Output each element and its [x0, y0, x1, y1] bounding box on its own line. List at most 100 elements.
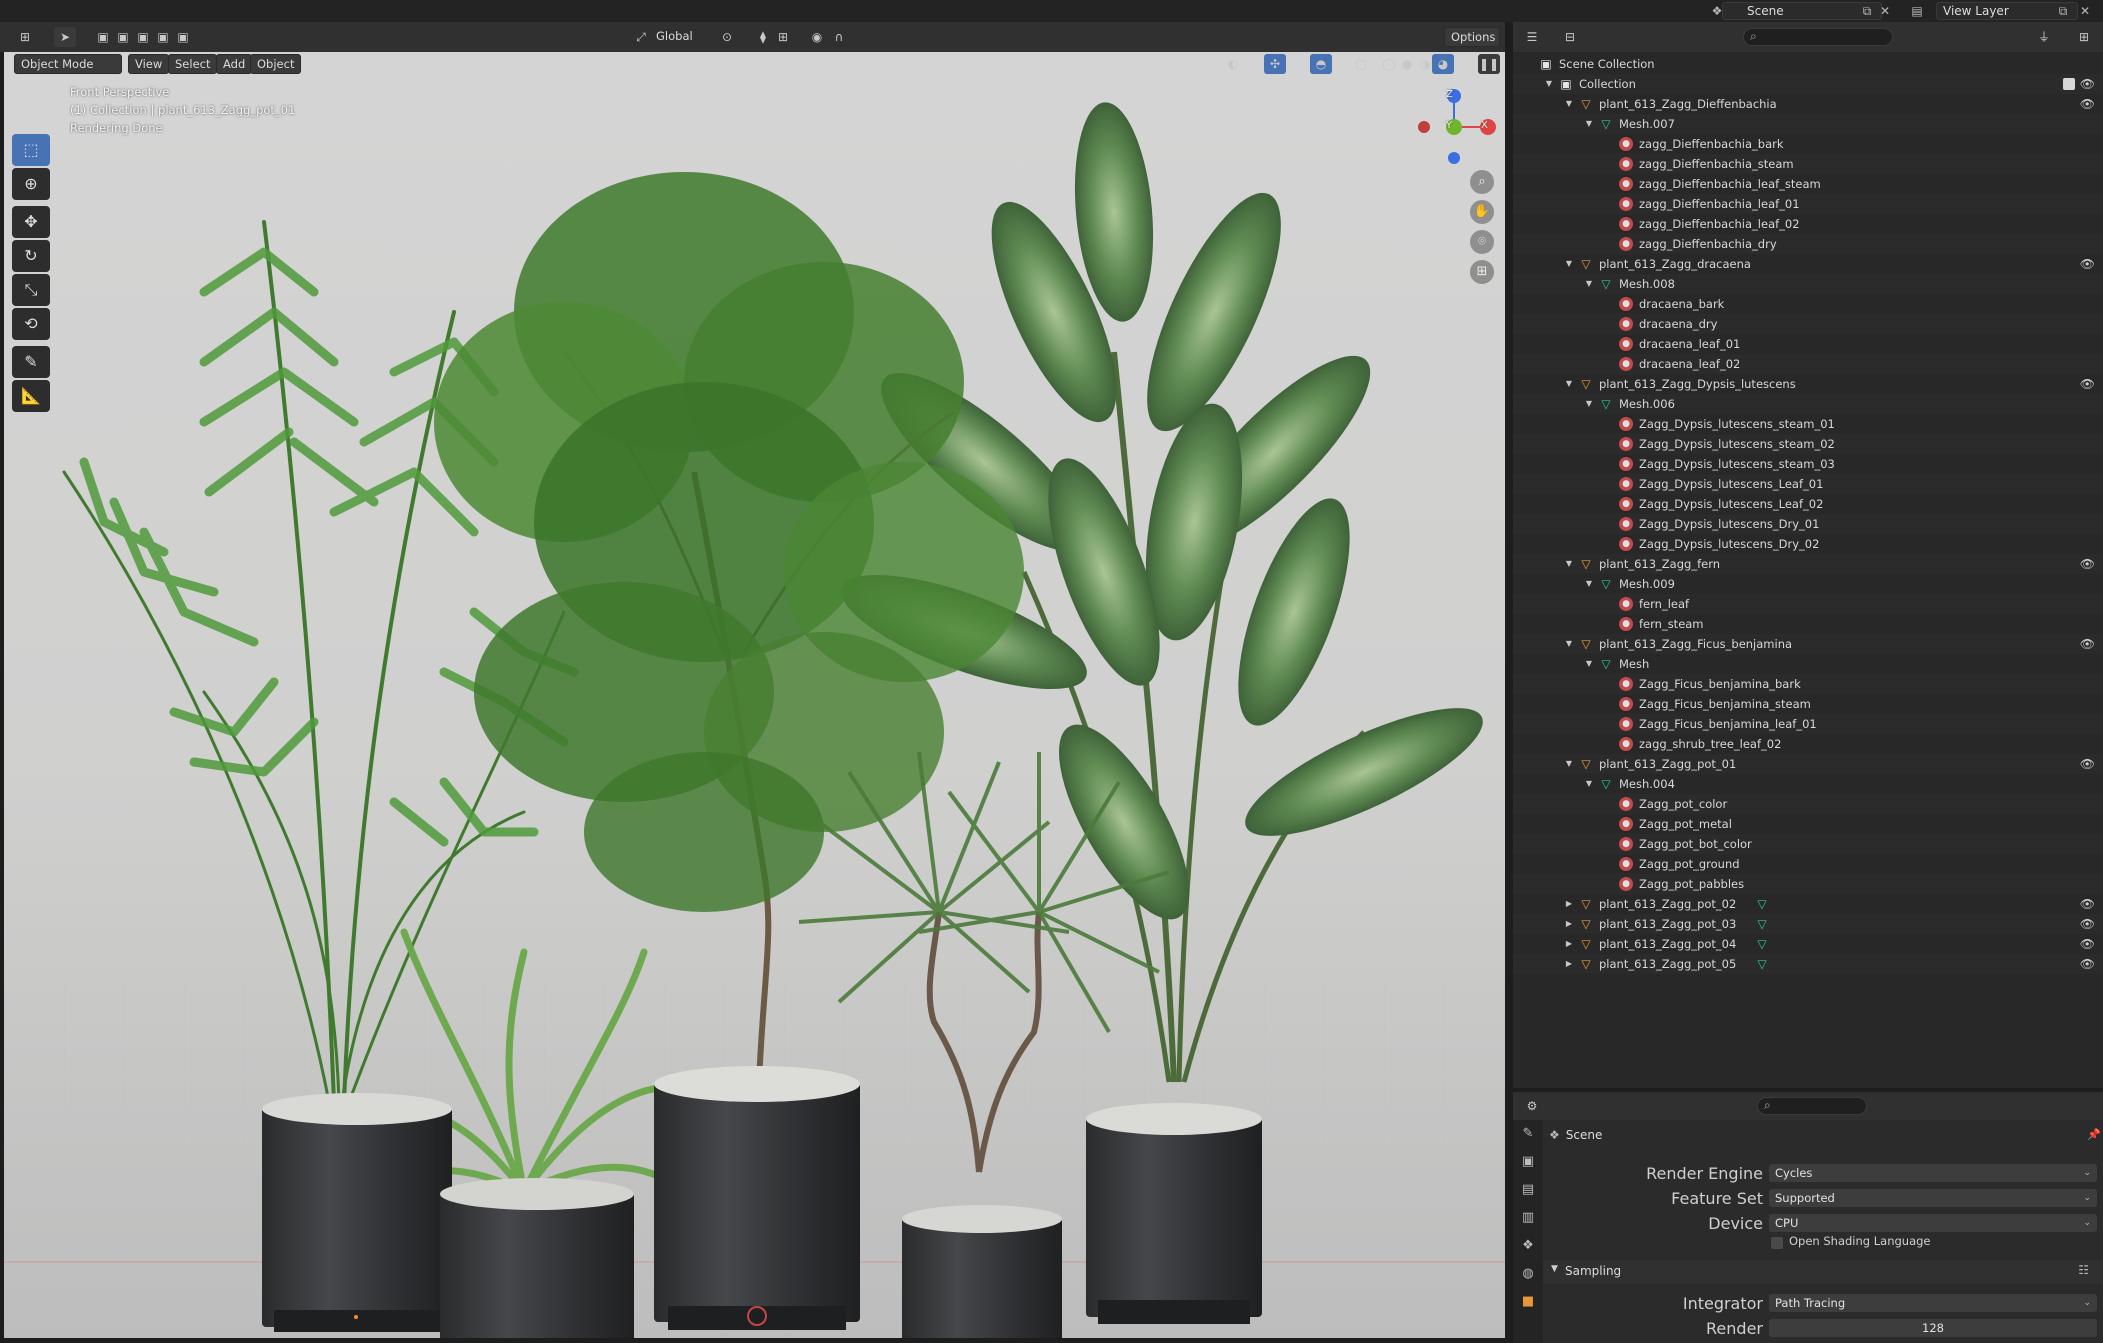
- outliner-row[interactable]: ● dracaena_leaf_01: [1513, 334, 2103, 354]
- expand-arrow-icon[interactable]: ▼: [1583, 394, 1595, 414]
- outliner-row[interactable]: ▼ ▽ Mesh.008: [1513, 274, 2103, 294]
- mesh-data-icon[interactable]: ▽: [1755, 897, 1769, 911]
- mesh-data-icon[interactable]: ▽: [1755, 937, 1769, 951]
- outliner-row[interactable]: ● zagg_Dieffenbachia_dry: [1513, 234, 2103, 254]
- gizmo-z-label[interactable]: Z: [1446, 89, 1453, 100]
- ortho-grid-icon[interactable]: ⊞: [1470, 260, 1494, 284]
- annotate-icon[interactable]: ✎: [12, 346, 50, 378]
- outliner-row[interactable]: ● zagg_shrub_tree_leaf_02: [1513, 734, 2103, 754]
- feature-set-dropdown[interactable]: Supported ⌄: [1769, 1189, 2097, 1207]
- expand-arrow-icon[interactable]: ▼: [1563, 554, 1575, 574]
- outliner-row[interactable]: ▼ ▣ Collection 👁: [1513, 74, 2103, 94]
- outliner-row[interactable]: ▶ ▽ plant_613_Zagg_pot_04 ▽ 👁: [1513, 934, 2103, 954]
- outliner-row[interactable]: ● zagg_Dieffenbachia_leaf_02: [1513, 214, 2103, 234]
- visibility-icon[interactable]: ◐: [1222, 54, 1244, 74]
- pan-hand-icon[interactable]: ✋: [1470, 200, 1494, 224]
- outliner-editor-icon[interactable]: ☰: [1521, 27, 1543, 47]
- outliner-row[interactable]: ● zagg_Dieffenbachia_steam: [1513, 154, 2103, 174]
- exclude-checkbox[interactable]: [2063, 78, 2075, 90]
- filter-icon[interactable]: ⏚: [2033, 27, 2055, 47]
- overlay-toggle-icon[interactable]: ◓: [1310, 54, 1332, 74]
- outliner-row[interactable]: ● Zagg_pot_ground: [1513, 854, 2103, 874]
- outliner-row[interactable]: ▶ ▽ plant_613_Zagg_pot_05 ▽ 👁: [1513, 954, 2103, 974]
- outliner-row[interactable]: ● Zagg_Dypsis_lutescens_Leaf_02: [1513, 494, 2103, 514]
- gizmo-x-label[interactable]: X: [1481, 120, 1488, 131]
- rendered-shading-icon[interactable]: ◕: [1432, 54, 1454, 74]
- integrator-dropdown[interactable]: Path Tracing ⌄: [1769, 1294, 2097, 1312]
- outliner-row[interactable]: ▼ ▽ plant_613_Zagg_pot_01 👁: [1513, 754, 2103, 774]
- osl-checkbox[interactable]: [1771, 1237, 1783, 1249]
- outliner-row[interactable]: ● Zagg_Dypsis_lutescens_steam_01: [1513, 414, 2103, 434]
- outliner-row[interactable]: ● zagg_Dieffenbachia_leaf_steam: [1513, 174, 2103, 194]
- pivot-icon[interactable]: ⊙: [716, 27, 738, 47]
- close-scene-icon[interactable]: ✕: [1876, 3, 1894, 19]
- outliner-search-input[interactable]: ⌕: [1743, 28, 1893, 46]
- visibility-eye-icon[interactable]: 👁: [2080, 374, 2095, 394]
- outliner-row[interactable]: ● Zagg_Dypsis_lutescens_Leaf_01: [1513, 474, 2103, 494]
- render-engine-dropdown[interactable]: Cycles ⌄: [1769, 1164, 2097, 1182]
- view-layer-icon[interactable]: ▤: [1908, 3, 1926, 19]
- properties-editor-icon[interactable]: ⚙: [1521, 1096, 1543, 1116]
- outliner-row[interactable]: ● Zagg_pot_bot_color: [1513, 834, 2103, 854]
- expand-arrow-icon[interactable]: ▼: [1583, 774, 1595, 794]
- visibility-eye-icon[interactable]: 👁: [2080, 634, 2095, 654]
- select-box-icon[interactable]: ⬚: [12, 134, 50, 166]
- sampling-panel-header[interactable]: ▼ Sampling ☷: [1543, 1260, 2103, 1284]
- expand-arrow-icon[interactable]: ▼: [1583, 574, 1595, 594]
- close-view-layer-icon[interactable]: ✕: [2076, 3, 2094, 19]
- visibility-eye-icon[interactable]: 👁: [2080, 94, 2095, 114]
- collapsed-arrow-icon[interactable]: ▶: [1563, 954, 1575, 974]
- expand-arrow-icon[interactable]: ▼: [1563, 374, 1575, 394]
- preset-list-icon[interactable]: ☷: [2078, 1263, 2089, 1277]
- outliner-row[interactable]: ▼ ▽ plant_613_Zagg_Dieffenbachia 👁: [1513, 94, 2103, 114]
- snap-icon[interactable]: ⧫: [752, 27, 774, 47]
- view-layer-tab-icon[interactable]: ▥: [1513, 1204, 1543, 1232]
- visibility-eye-icon[interactable]: 👁: [2080, 254, 2095, 274]
- scale-icon[interactable]: ⤡: [12, 274, 50, 306]
- gizmo-y-label[interactable]: Y: [1446, 120, 1452, 131]
- options-dropdown[interactable]: Options: [1444, 27, 1500, 47]
- measure-icon[interactable]: 📐: [12, 380, 50, 412]
- mesh-data-icon[interactable]: ▽: [1755, 957, 1769, 971]
- menu-select[interactable]: Select: [168, 54, 218, 74]
- visibility-eye-icon[interactable]: 👁: [2080, 894, 2095, 914]
- outliner-row[interactable]: ● fern_leaf: [1513, 594, 2103, 614]
- select-mode-invert-icon[interactable]: ▣: [152, 27, 174, 47]
- output-tab-icon[interactable]: ▤: [1513, 1176, 1543, 1204]
- outliner-row[interactable]: ● dracaena_leaf_02: [1513, 354, 2103, 374]
- expand-arrow-icon[interactable]: ▼: [1583, 274, 1595, 294]
- select-mode-new-icon[interactable]: ▣: [92, 27, 114, 47]
- gizmo-toggle-icon[interactable]: ✣: [1264, 54, 1286, 74]
- visibility-eye-icon[interactable]: 👁: [2080, 914, 2095, 934]
- falloff-icon[interactable]: ∩: [828, 27, 850, 47]
- proportional-edit-icon[interactable]: ◉: [806, 27, 828, 47]
- visibility-eye-icon[interactable]: 👁: [2080, 954, 2095, 974]
- outliner-row[interactable]: ● Zagg_Dypsis_lutescens_steam_02: [1513, 434, 2103, 454]
- outliner-row[interactable]: ● Zagg_pot_color: [1513, 794, 2103, 814]
- expand-arrow-icon[interactable]: ▼: [1563, 94, 1575, 114]
- outliner-row[interactable]: ▼ ▽ plant_613_Zagg_dracaena 👁: [1513, 254, 2103, 274]
- snap-target-icon[interactable]: ⊞: [772, 27, 794, 47]
- menu-view[interactable]: View: [128, 54, 170, 74]
- expand-arrow-icon[interactable]: ▼: [1543, 74, 1555, 94]
- outliner-row[interactable]: ● Zagg_Dypsis_lutescens_Dry_01: [1513, 514, 2103, 534]
- collapsed-arrow-icon[interactable]: ▶: [1563, 934, 1575, 954]
- device-dropdown[interactable]: CPU ⌄: [1769, 1214, 2097, 1232]
- outliner-row[interactable]: ▼ ▽ plant_613_Zagg_fern 👁: [1513, 554, 2103, 574]
- zoom-icon[interactable]: ⌕: [1470, 170, 1494, 194]
- outliner-row[interactable]: ● fern_steam: [1513, 614, 2103, 634]
- outliner-row[interactable]: ▼ ▽ Mesh.009: [1513, 574, 2103, 594]
- expand-arrow-icon[interactable]: ▼: [1563, 754, 1575, 774]
- menu-object[interactable]: Object: [250, 54, 302, 74]
- object-mode-dropdown[interactable]: Object Mode: [14, 54, 122, 74]
- outliner-row[interactable]: ▼ ▽ Mesh: [1513, 654, 2103, 674]
- world-tab-icon[interactable]: ◍: [1513, 1260, 1543, 1288]
- outliner-row[interactable]: ● dracaena_dry: [1513, 314, 2103, 334]
- visibility-eye-icon[interactable]: 👁: [2080, 934, 2095, 954]
- transform-icon[interactable]: ⟲: [12, 308, 50, 340]
- xray-icon[interactable]: ▢: [1350, 54, 1372, 74]
- mesh-data-icon[interactable]: ▽: [1755, 917, 1769, 931]
- collapsed-arrow-icon[interactable]: ▶: [1563, 914, 1575, 934]
- tool-tab-icon[interactable]: ✎: [1513, 1120, 1543, 1148]
- outliner-row[interactable]: ▼ ▽ plant_613_Zagg_Ficus_benjamina 👁: [1513, 634, 2103, 654]
